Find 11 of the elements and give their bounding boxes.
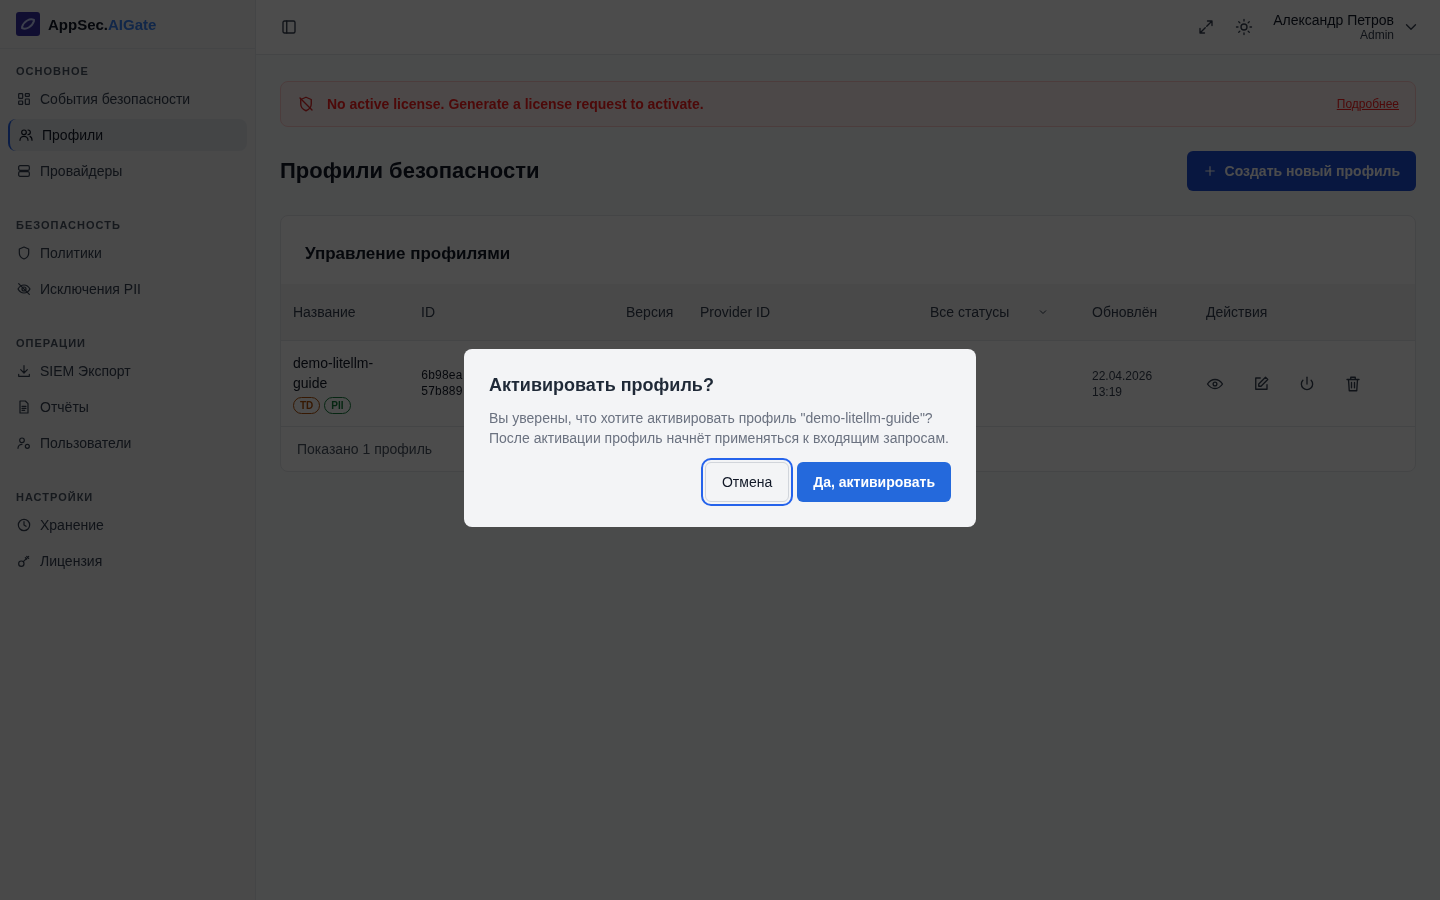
card-title: Управление профилями xyxy=(304,243,512,265)
updated-date: 22.04.2026 13:19 xyxy=(1092,367,1154,400)
alert-message: No active license. Generate a license request to activate. xyxy=(327,96,705,112)
profile-id: 6b98ea 57b889 xyxy=(421,367,463,400)
details-link[interactable]: Подробнее xyxy=(1336,97,1399,111)
status-filter[interactable]: Все статусы xyxy=(930,304,1068,320)
dialog-title: Активировать профиль? xyxy=(489,375,715,396)
confirm-button[interactable]: Да, активировать xyxy=(797,462,951,502)
page-title: Профили безопасности xyxy=(280,158,540,184)
profile-name: demo-litellm-guide xyxy=(293,354,375,393)
dialog-message: Вы уверены, что хотите активировать профиль "demo-litellm-guide"? После активации профиль начнёт применяться к входящим запросам. xyxy=(489,409,950,448)
